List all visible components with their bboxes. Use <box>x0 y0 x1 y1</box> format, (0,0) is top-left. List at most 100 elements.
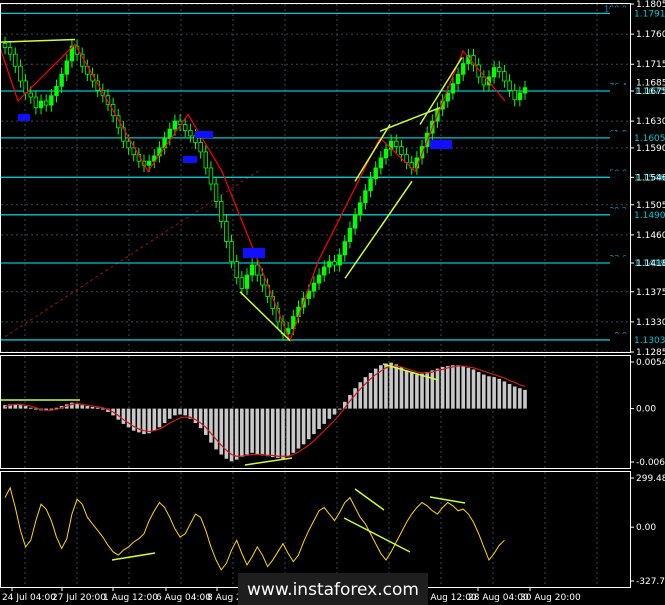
candle-body <box>507 80 512 91</box>
candle-body <box>337 254 342 266</box>
price-tick-label: 1.1675 <box>636 87 665 97</box>
candle-body <box>54 85 59 97</box>
candle-body <box>13 53 18 67</box>
histogram-bar <box>250 408 254 453</box>
fib-value-bg <box>610 7 630 20</box>
histogram-bar <box>389 362 393 409</box>
histogram-bar <box>440 366 445 409</box>
histogram-bar <box>162 408 167 424</box>
time-label: 6 Aug 04:00 <box>156 593 211 603</box>
fib-value-bg <box>610 85 630 97</box>
histogram-bar <box>415 374 419 409</box>
price-tick-label: 1.1418 <box>636 259 665 269</box>
candle-body <box>146 160 152 166</box>
fib-value-bg <box>610 171 630 184</box>
candle-body <box>368 178 373 192</box>
candle-body <box>28 92 33 98</box>
histogram-bar <box>306 408 311 440</box>
fib-value-label: 1.1605 <box>634 134 665 144</box>
histogram-bar <box>234 408 239 460</box>
histogram-bar <box>456 365 460 409</box>
histogram-bar <box>327 408 332 419</box>
price-tick-label: 1.1375 <box>636 288 665 298</box>
histogram-bar <box>183 408 187 416</box>
fib-value-bg <box>610 208 630 221</box>
candle-body <box>38 100 44 109</box>
candle-body <box>167 128 172 139</box>
histogram-bar <box>147 408 151 434</box>
histogram-bar <box>245 408 249 455</box>
histogram-bar <box>487 376 491 409</box>
histogram-bar <box>358 382 363 409</box>
candle-body <box>244 274 250 289</box>
highlight-box <box>430 140 452 149</box>
highlight-box <box>18 114 30 121</box>
candle-body <box>383 148 389 159</box>
histogram-bar <box>95 407 100 409</box>
histogram-bar <box>255 408 260 455</box>
price-tick-label: 1.1330 <box>636 318 665 328</box>
histogram-bar <box>502 381 507 409</box>
candle-body <box>229 241 234 263</box>
current-price-label: 1.1685 <box>636 78 665 88</box>
candle-body <box>239 277 245 289</box>
histogram-bar <box>219 408 224 455</box>
price-tick-label: 1.1630 <box>636 117 665 127</box>
histogram-bar <box>281 408 285 459</box>
candle-body <box>126 140 131 149</box>
histogram-bar <box>461 366 466 409</box>
histogram-bar <box>291 408 296 453</box>
histogram-bar <box>270 408 275 458</box>
time-label: 27 Jul 20:00 <box>52 593 106 603</box>
histogram-bar <box>296 408 301 449</box>
candle-body <box>203 151 208 169</box>
candle-body <box>311 282 317 292</box>
candle-body <box>399 146 404 155</box>
highlight-box <box>183 156 197 163</box>
histogram-bar <box>240 408 244 458</box>
candle-body <box>491 67 497 78</box>
candle-body <box>497 67 502 72</box>
candle-body <box>64 60 69 75</box>
histogram-bar <box>260 408 265 456</box>
histogram-bar <box>317 408 321 430</box>
price-tick-label: 1.1590 <box>636 144 665 154</box>
chart-stage: 100.01.179176.41.167561.81.160550.01.154… <box>0 0 665 605</box>
candle-body <box>358 202 363 216</box>
watermark-text: www.instaforex.com <box>247 580 419 600</box>
candle-body <box>219 201 224 222</box>
candle-body <box>342 241 348 256</box>
histogram-bar <box>430 370 435 409</box>
histogram-bar <box>312 408 316 435</box>
fib-value-bg <box>610 333 630 346</box>
histogram-bar <box>445 366 450 409</box>
histogram-bar <box>476 372 481 409</box>
fib-value-label: 1.1791 <box>634 9 665 19</box>
price-tick-label: 1.1460 <box>636 231 665 241</box>
time-label: 1 Aug 12:00 <box>103 593 158 603</box>
histogram-bar <box>394 364 399 409</box>
histogram-bar <box>214 408 218 450</box>
histogram-bar <box>28 407 33 409</box>
histogram-bar <box>404 370 409 409</box>
candle-body <box>502 71 507 82</box>
candle-body <box>198 142 203 153</box>
candle-body <box>224 221 229 242</box>
fib-value-bg <box>610 131 630 144</box>
candle-body <box>445 92 450 102</box>
candle-body <box>373 167 378 180</box>
candle-body <box>172 120 178 130</box>
histogram-bar <box>353 388 357 409</box>
histogram-bar <box>49 408 54 410</box>
candle-body <box>43 100 49 106</box>
histogram-bar <box>507 383 512 409</box>
histogram-bar <box>178 408 182 415</box>
highlight-box <box>243 248 265 258</box>
candle-body <box>2 43 8 48</box>
candle-body <box>512 89 517 101</box>
macd-tick-label: 0.00 <box>636 405 656 415</box>
candle-body <box>49 95 54 106</box>
histogram-bar <box>337 408 342 410</box>
histogram-bar <box>152 408 157 431</box>
fib-value-label: 1.1303 <box>634 336 665 346</box>
